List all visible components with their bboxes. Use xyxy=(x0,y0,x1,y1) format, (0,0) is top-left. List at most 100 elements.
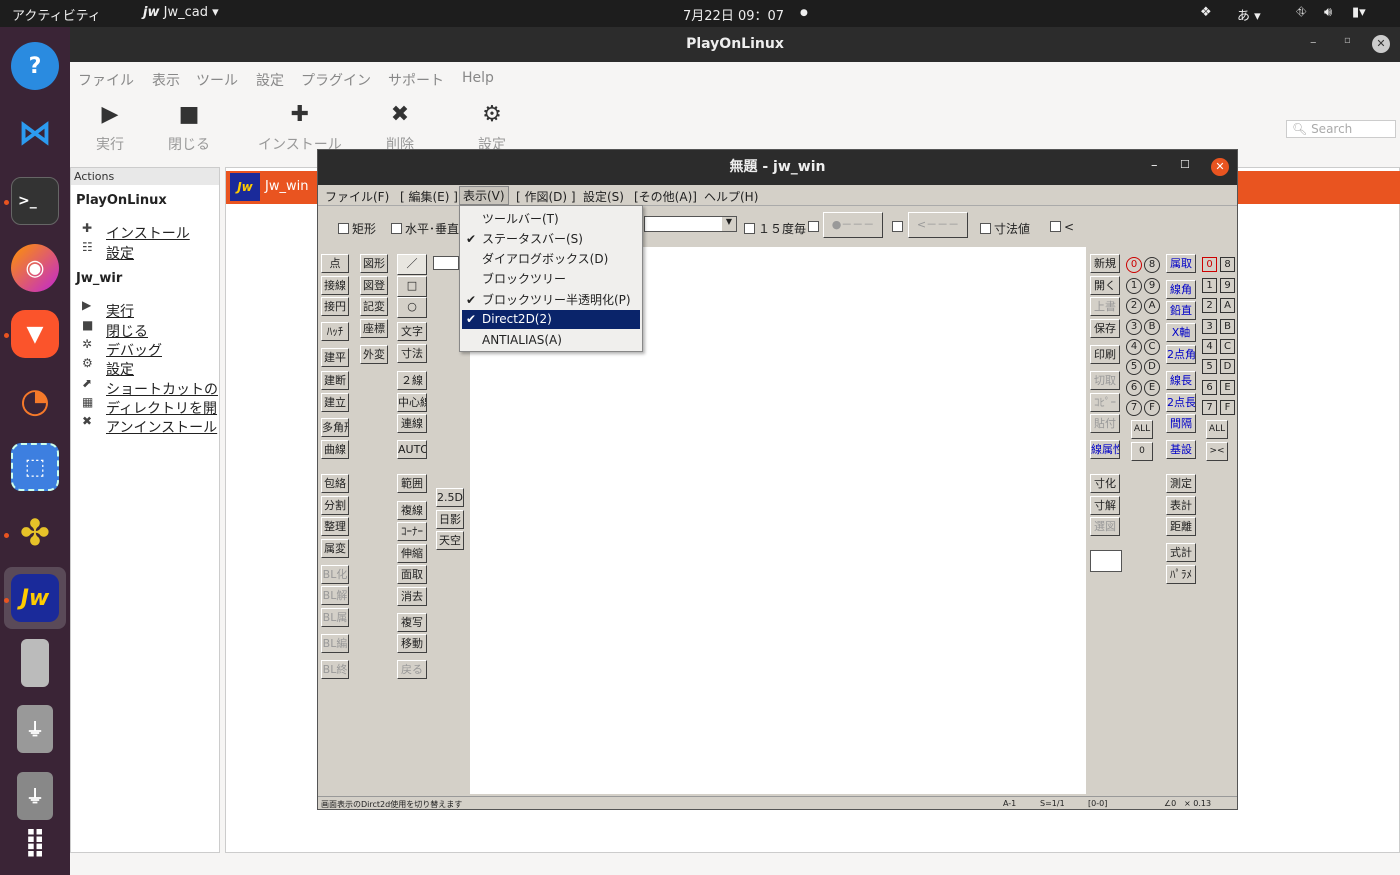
tool-symbol-change[interactable]: 記変 xyxy=(360,297,388,316)
tool-coordinate[interactable]: 座標 xyxy=(360,319,388,338)
tool-elevation[interactable]: 建立 xyxy=(321,393,349,412)
ime-indicator[interactable]: あ ▾ xyxy=(1237,5,1261,24)
formula-calc[interactable]: 式計 xyxy=(1166,543,1196,562)
tool-continuous-line[interactable]: 連線 xyxy=(397,414,427,433)
tool-external[interactable]: 外変 xyxy=(360,345,388,364)
layer-group-button[interactable]: 6 xyxy=(1126,380,1142,396)
clock[interactable]: 7月22日 09：07 xyxy=(683,5,784,24)
help-icon[interactable]: ? xyxy=(11,42,59,90)
layer-all[interactable]: ALL xyxy=(1206,420,1228,439)
status-layer[interactable]: [0-0] xyxy=(1088,799,1107,808)
tool-double-line[interactable]: ２線 xyxy=(397,371,427,390)
edit-paste[interactable]: 貼付 xyxy=(1090,414,1120,433)
file-new[interactable]: 新規 xyxy=(1090,254,1120,273)
dim-make[interactable]: 寸化 xyxy=(1090,474,1120,493)
tool-tangent-circle[interactable]: 接円 xyxy=(321,297,349,316)
tool-hatch[interactable]: ﾊｯﾁ xyxy=(321,322,349,341)
tool-attr-change[interactable]: 属変 xyxy=(321,539,349,558)
edit-copy[interactable]: ｺﾋﾟｰ xyxy=(1090,393,1120,412)
tool-undo[interactable]: 戻る xyxy=(397,660,427,679)
menu-view[interactable]: 表示 xyxy=(152,70,180,90)
layer-button[interactable]: C xyxy=(1220,339,1235,354)
tool-range[interactable]: 範囲 xyxy=(397,474,427,493)
battery-icon[interactable]: ▮▾ xyxy=(1352,5,1366,20)
jw-menu-draw[interactable]: [ 作図(D) ] xyxy=(516,188,576,205)
spacing[interactable]: 間隔 xyxy=(1166,414,1196,433)
tool-sky[interactable]: 天空 xyxy=(436,531,464,550)
layer-group-button[interactable]: B xyxy=(1144,319,1160,335)
lt-checkbox[interactable]: < xyxy=(1050,220,1074,234)
tool-2-5d[interactable]: 2.5D xyxy=(436,488,464,507)
table-calc[interactable]: 表計 xyxy=(1166,496,1196,515)
layer-group-button[interactable]: D xyxy=(1144,359,1160,375)
menu-help[interactable]: Help xyxy=(462,70,494,86)
sidebar-config[interactable]: 設定 xyxy=(106,359,134,379)
terminal-icon[interactable]: >_ xyxy=(11,177,59,225)
tool-polygon[interactable]: 多角形 xyxy=(321,418,349,437)
tool-bl-end[interactable]: BL終 xyxy=(321,660,349,679)
playonlinux-icon[interactable]: ✤ xyxy=(11,509,59,557)
layer-group-button[interactable]: F xyxy=(1144,400,1160,416)
two-point-angle[interactable]: 2点角 xyxy=(1166,345,1196,364)
view-menu-item[interactable]: ✔ ブロックツリー半透明化(P) xyxy=(462,291,640,310)
menu-file[interactable]: ファイル xyxy=(78,70,134,90)
show-apps-icon[interactable]: ⣿ xyxy=(11,817,59,865)
base-setting[interactable]: 基設 xyxy=(1166,440,1196,459)
layer-group-button[interactable]: 4 xyxy=(1126,339,1142,355)
layer-group-button[interactable]: 5 xyxy=(1126,359,1142,375)
view-menu-item[interactable]: ブロックツリー xyxy=(462,270,640,289)
maximize-button[interactable]: ▫ xyxy=(1344,35,1351,46)
jw-menu-help[interactable]: ヘルプ(H) xyxy=(704,188,758,205)
sidebar-uninstall[interactable]: アンインストール xyxy=(106,417,217,437)
screenshot-icon[interactable]: ⬚ xyxy=(11,443,59,491)
layer-button[interactable]: A xyxy=(1220,298,1235,313)
jw-maximize-button[interactable]: ☐ xyxy=(1180,158,1190,171)
menu-tools[interactable]: ツール xyxy=(196,70,238,90)
tool-cleanup[interactable]: 整理 xyxy=(321,517,349,536)
attr-get[interactable]: 属取 xyxy=(1166,254,1196,273)
layer-group-button[interactable]: 8 xyxy=(1144,257,1160,273)
select-drawing[interactable]: 選図 xyxy=(1090,517,1120,536)
tool-point[interactable]: 点 xyxy=(321,254,349,273)
layer-button[interactable]: 9 xyxy=(1220,278,1235,293)
tool-parallel[interactable]: 複線 xyxy=(397,501,427,520)
arrow-style-button[interactable]: <－－－ xyxy=(908,212,968,238)
status-angle[interactable]: ∠0 xyxy=(1164,799,1176,808)
tool-divide[interactable]: 分割 xyxy=(321,496,349,515)
network-icon[interactable]: ⛗ xyxy=(1296,5,1306,20)
activities-button[interactable]: アクティビティ xyxy=(12,5,101,24)
jw-menu-edit[interactable]: [ 編集(E) ] xyxy=(400,188,458,205)
parametric[interactable]: ﾊﾟﾗﾒ xyxy=(1166,565,1196,584)
app-menu[interactable]: jw Jw_cad ▾ xyxy=(143,5,219,20)
sidebar-settings[interactable]: 設定 xyxy=(106,243,134,263)
view-menu-item[interactable]: ✔ ステータスバー(S) xyxy=(462,230,640,249)
tool-tangent[interactable]: 接線 xyxy=(321,276,349,295)
status-paper[interactable]: A-1 xyxy=(1003,799,1016,808)
sidebar-run[interactable]: 実行 xyxy=(106,301,134,321)
brave-icon[interactable]: ▼ xyxy=(11,310,59,358)
removable-drive-icon[interactable] xyxy=(21,639,49,687)
vscode-icon[interactable]: ⋈ xyxy=(11,109,59,157)
layer-button[interactable]: D xyxy=(1220,359,1235,374)
jw-menu-file[interactable]: ファイル(F) xyxy=(325,188,389,205)
usb-drive-icon[interactable]: ⏚ xyxy=(17,705,53,753)
line-type-select[interactable]: ▼ xyxy=(644,216,737,232)
measure[interactable]: 測定 xyxy=(1166,474,1196,493)
layer-button[interactable]: 5 xyxy=(1202,359,1217,374)
jw-menu-view[interactable]: 表示(V) xyxy=(459,186,509,205)
tool-corner[interactable]: ｺｰﾅｰ xyxy=(397,522,427,541)
status-zoom[interactable]: × 0.13 xyxy=(1184,799,1211,808)
line-attribute[interactable]: 線属性 xyxy=(1090,440,1120,459)
tool-text[interactable]: 文字 xyxy=(397,322,427,341)
minimize-button[interactable]: – xyxy=(1310,35,1317,50)
two-point-length[interactable]: 2点長 xyxy=(1166,393,1196,412)
tool-center-line[interactable]: 中心線 xyxy=(397,393,427,412)
file-save[interactable]: 保存 xyxy=(1090,319,1120,338)
run-button[interactable]: ▶ 実行 xyxy=(96,102,124,154)
sidebar-open-dir[interactable]: ディレクトリを開 xyxy=(106,398,217,418)
view-menu-item[interactable]: ツールバー(T) xyxy=(462,210,640,229)
tool-envelope[interactable]: 包絡 xyxy=(321,474,349,493)
point-style-button[interactable]: ●－－－ xyxy=(823,212,883,238)
remove-button[interactable]: ✖ 削除 xyxy=(386,102,414,154)
rect-checkbox[interactable]: 矩形 xyxy=(338,220,376,237)
